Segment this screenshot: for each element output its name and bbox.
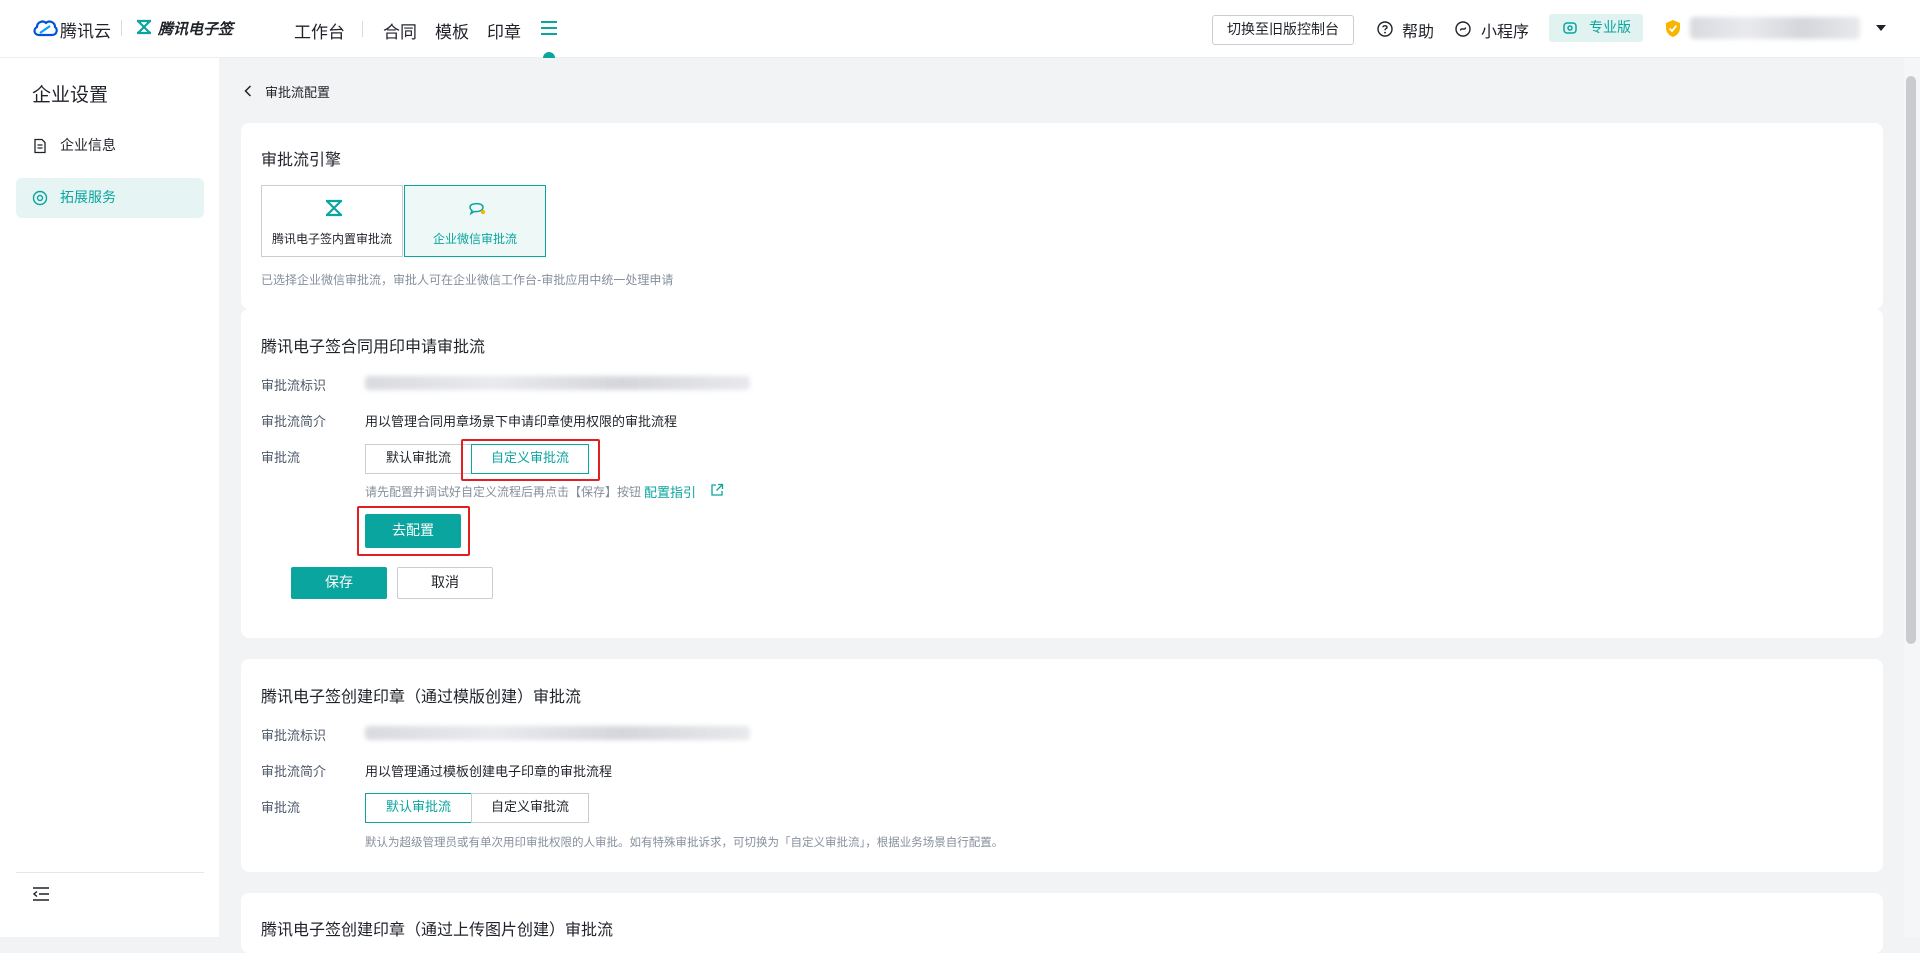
scrollbar-thumb[interactable]: [1906, 76, 1916, 644]
esign-icon: [326, 199, 342, 217]
sidebar-item-label: 企业信息: [60, 138, 116, 154]
external-link-icon[interactable]: [710, 483, 724, 497]
mini-program-link[interactable]: 小程序: [1481, 18, 1529, 42]
flow-label: 审批流: [261, 451, 301, 466]
highlight-box: [357, 506, 470, 556]
extension-icon: [32, 190, 48, 206]
sidebar-title: 企业设置: [32, 84, 109, 106]
page-title: 审批流配置: [265, 86, 331, 101]
account-name-redacted[interactable]: [1690, 17, 1860, 39]
document-icon: [34, 138, 46, 154]
cancel-button[interactable]: 取消: [397, 567, 493, 599]
sidebar-item-extension-services[interactable]: 拓展服务: [16, 178, 204, 218]
section-title: 腾讯电子签合同用印申请审批流: [261, 337, 486, 356]
flow-id-label: 审批流标识: [261, 729, 327, 744]
flow-id-label: 审批流标识: [261, 379, 327, 394]
nav-contract[interactable]: 合同: [383, 18, 417, 43]
back-arrow-icon[interactable]: [244, 85, 252, 97]
edition-badge[interactable]: 专业版: [1549, 14, 1643, 42]
custom-flow-option[interactable]: 自定义审批流: [471, 793, 589, 823]
save-button[interactable]: 保存: [291, 567, 387, 599]
brand-tencent-cloud[interactable]: 腾讯云: [60, 17, 111, 42]
default-flow-hint: 默认为超级管理员或有单次用印审批权限的人审批。如有特殊审批诉求，可切换为「自定义…: [365, 835, 1004, 849]
verified-shield-icon: [1666, 20, 1680, 37]
section-title: 腾讯电子签创建印章（通过上传图片创建）审批流: [261, 920, 614, 939]
help-link[interactable]: 帮助: [1402, 18, 1434, 42]
flow-intro-label: 审批流简介: [261, 415, 327, 430]
mini-program-icon[interactable]: [1455, 21, 1471, 37]
tencent-cloud-logo-icon[interactable]: [32, 18, 58, 38]
config-guide-link[interactable]: 配置指引: [644, 482, 696, 501]
section-title: 腾讯电子签创建印章（通过模版创建）审批流: [261, 687, 582, 706]
flow-id-value-redacted: [365, 726, 750, 740]
sidebar-item-label: 拓展服务: [60, 190, 116, 206]
nav-workbench[interactable]: 工作台: [294, 18, 345, 43]
default-flow-option[interactable]: 默认审批流: [365, 793, 472, 823]
chevron-down-icon[interactable]: [1876, 25, 1886, 31]
highlight-box: [461, 439, 600, 481]
custom-flow-hint: 请先配置并调试好自定义流程后再点击【保存】按钮: [365, 485, 642, 499]
flow-intro-value: 用以管理合同用章场景下申请印章使用权限的审批流程: [365, 415, 678, 430]
help-icon[interactable]: [1377, 21, 1393, 37]
nav-seal[interactable]: 印章: [487, 18, 521, 43]
nav-divider: [362, 21, 363, 37]
engine-hint: 已选择企业微信审批流，审批人可在企业微信工作台-审批应用中统一处理申请: [261, 273, 674, 287]
flow-intro-value: 用以管理通过模板创建电子印章的审批流程: [365, 765, 613, 780]
flow-intro-label: 审批流简介: [261, 765, 327, 780]
engine-title: 审批流引擎: [261, 150, 342, 169]
sidebar-divider: [16, 872, 204, 873]
engine-option-wecom[interactable]: 企业微信审批流: [404, 185, 546, 257]
esign-logo-icon: [137, 19, 151, 35]
edition-label: 专业版: [1589, 20, 1631, 36]
hamburger-menu-icon[interactable]: [540, 19, 558, 37]
engine-option-label: 腾讯电子签内置审批流: [271, 232, 392, 246]
crown-icon: [1563, 22, 1577, 34]
brand-divider: [121, 20, 122, 36]
flow-id-value-redacted: [365, 376, 750, 390]
wecom-chat-icon: [469, 202, 486, 216]
sidebar-item-company-info[interactable]: 企业信息: [16, 126, 204, 166]
nav-template[interactable]: 模板: [435, 18, 469, 43]
collapse-sidebar-icon[interactable]: [32, 886, 50, 902]
brand-esign[interactable]: 腾讯电子签: [158, 18, 233, 39]
engine-option-builtin[interactable]: 腾讯电子签内置审批流: [261, 185, 403, 257]
switch-old-console-button[interactable]: 切换至旧版控制台: [1212, 15, 1354, 45]
engine-option-label: 企业微信审批流: [432, 232, 517, 246]
default-flow-option[interactable]: 默认审批流: [365, 444, 472, 474]
flow-label: 审批流: [261, 801, 301, 816]
